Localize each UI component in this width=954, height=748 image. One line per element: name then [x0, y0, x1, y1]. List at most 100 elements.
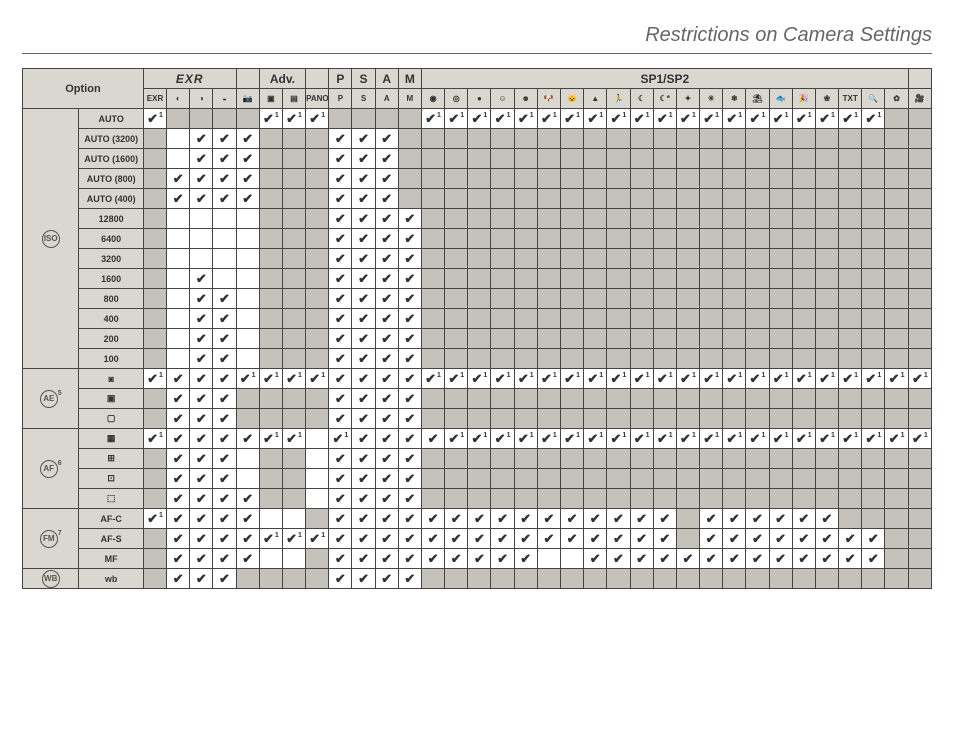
group-Adv.: Adv. — [259, 69, 305, 89]
cell — [700, 269, 723, 289]
cell: ✔ — [398, 269, 421, 289]
cell — [468, 349, 491, 369]
cell: ✔ — [746, 509, 769, 529]
cell — [862, 389, 885, 409]
cell — [723, 149, 746, 169]
cell — [676, 249, 699, 269]
cell — [143, 189, 166, 209]
cell — [607, 289, 630, 309]
cell — [769, 289, 792, 309]
cell — [630, 169, 653, 189]
cell: ✔1 — [630, 429, 653, 449]
col-SP-Fireworks: ✦ — [676, 89, 699, 109]
cell: ✔ — [167, 449, 190, 469]
cell — [282, 469, 305, 489]
cell — [236, 569, 259, 589]
cell — [514, 169, 537, 189]
cell: ✔1 — [537, 109, 560, 129]
cell — [491, 309, 514, 329]
cell — [862, 309, 885, 329]
cell — [746, 149, 769, 169]
col-A: A — [375, 89, 398, 109]
cell — [468, 569, 491, 589]
cell: ✔ — [213, 549, 236, 569]
cell — [306, 189, 329, 209]
cell: ✔ — [352, 309, 375, 329]
cell: ✔ — [607, 549, 630, 569]
cell: ✔ — [676, 549, 699, 569]
cell — [236, 249, 259, 269]
cell: ✔1 — [630, 109, 653, 129]
cell: ✔ — [491, 549, 514, 569]
cell — [607, 309, 630, 329]
cell — [908, 229, 931, 249]
cell — [908, 329, 931, 349]
cell: ✔1 — [561, 429, 584, 449]
cell — [676, 269, 699, 289]
cell: ✔ — [329, 389, 352, 409]
cell — [769, 129, 792, 149]
cell: ✔1 — [445, 429, 468, 449]
cell — [421, 389, 444, 409]
cell — [468, 289, 491, 309]
cell — [143, 229, 166, 249]
cell — [537, 289, 560, 309]
cell — [514, 469, 537, 489]
cell: ✔1 — [723, 109, 746, 129]
cell — [746, 189, 769, 209]
cell — [885, 269, 908, 289]
cell: ✔ — [561, 509, 584, 529]
cell — [561, 149, 584, 169]
option-header: Option — [23, 69, 144, 109]
row-800: 800 — [79, 289, 143, 309]
cell — [746, 449, 769, 469]
cell — [167, 149, 190, 169]
row-AF-S: AF-S — [79, 529, 143, 549]
cell — [306, 469, 329, 489]
cell — [723, 309, 746, 329]
cell — [537, 349, 560, 369]
cell — [723, 389, 746, 409]
cell: ✔ — [329, 189, 352, 209]
cell — [468, 149, 491, 169]
col-SP-Snow: ❄ — [723, 89, 746, 109]
cell: ✔1 — [746, 369, 769, 389]
cell — [143, 489, 166, 509]
cell — [282, 549, 305, 569]
cell: ✔ — [352, 209, 375, 229]
cell: ✔1 — [259, 109, 282, 129]
cell: ✔ — [769, 509, 792, 529]
cell: ✔ — [167, 389, 190, 409]
cell: ✔ — [375, 129, 398, 149]
cell — [468, 269, 491, 289]
row-wb: wb — [79, 569, 143, 589]
cell — [236, 269, 259, 289]
cell — [815, 469, 838, 489]
cell — [908, 449, 931, 469]
cell — [537, 309, 560, 329]
cell — [306, 149, 329, 169]
cell: ✔1 — [630, 369, 653, 389]
row-ae-multi: ◙ — [79, 369, 143, 389]
cell: ✔1 — [653, 429, 676, 449]
cell — [421, 149, 444, 169]
cell: ✔ — [375, 289, 398, 309]
cell — [746, 349, 769, 369]
cell — [514, 269, 537, 289]
cell — [561, 549, 584, 569]
row-200: 200 — [79, 329, 143, 349]
cell — [491, 409, 514, 429]
cell — [839, 409, 862, 429]
group- — [306, 69, 329, 89]
cell — [908, 129, 931, 149]
cell: ✔ — [213, 309, 236, 329]
cell: ✔ — [329, 149, 352, 169]
cell — [769, 489, 792, 509]
cell: ✔ — [700, 529, 723, 549]
cell: ✔ — [190, 449, 213, 469]
cell: ✔ — [352, 229, 375, 249]
cell: ✔1 — [839, 109, 862, 129]
cell — [607, 169, 630, 189]
cell — [167, 349, 190, 369]
cell — [908, 289, 931, 309]
